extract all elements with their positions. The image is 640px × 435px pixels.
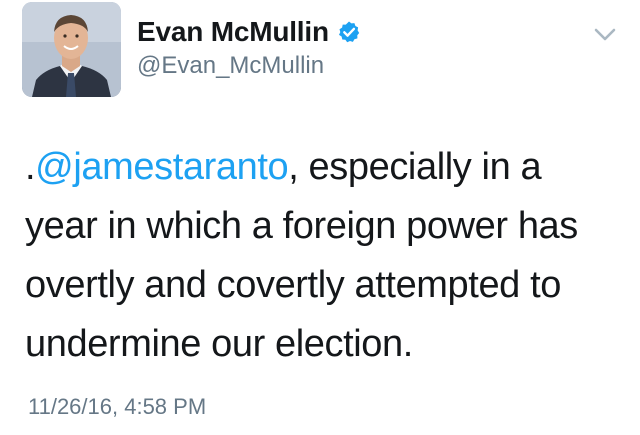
- tweet-text-line: .@jamestaranto, especially in a: [25, 138, 625, 197]
- chevron-down-icon[interactable]: [591, 24, 619, 46]
- tweet-timestamp[interactable]: 11/26/16, 4:58 PM: [28, 394, 206, 420]
- verified-badge-icon: [337, 20, 361, 44]
- tweet-text-segment: , especially in a: [288, 146, 542, 188]
- tweet-text-line: overtly and covertly attempted to: [25, 264, 561, 306]
- author-name-row[interactable]: Evan McMullin: [137, 14, 361, 50]
- tweet-text: .@jamestaranto, especially in a year in …: [25, 138, 625, 374]
- mention-link[interactable]: @jamestaranto: [35, 146, 288, 188]
- author-display-name[interactable]: Evan McMullin: [137, 16, 329, 48]
- avatar[interactable]: [22, 2, 121, 97]
- tweet-prefix: .: [25, 146, 36, 188]
- author-handle[interactable]: @Evan_McMullin: [137, 52, 324, 80]
- tweet-card: Evan McMullin @Evan_McMullin .@jamestara…: [0, 0, 640, 435]
- avatar-portrait-image: [22, 2, 121, 97]
- tweet-text-line: year in which a foreign power has: [25, 205, 578, 247]
- tweet-text-line: undermine our election.: [25, 323, 413, 365]
